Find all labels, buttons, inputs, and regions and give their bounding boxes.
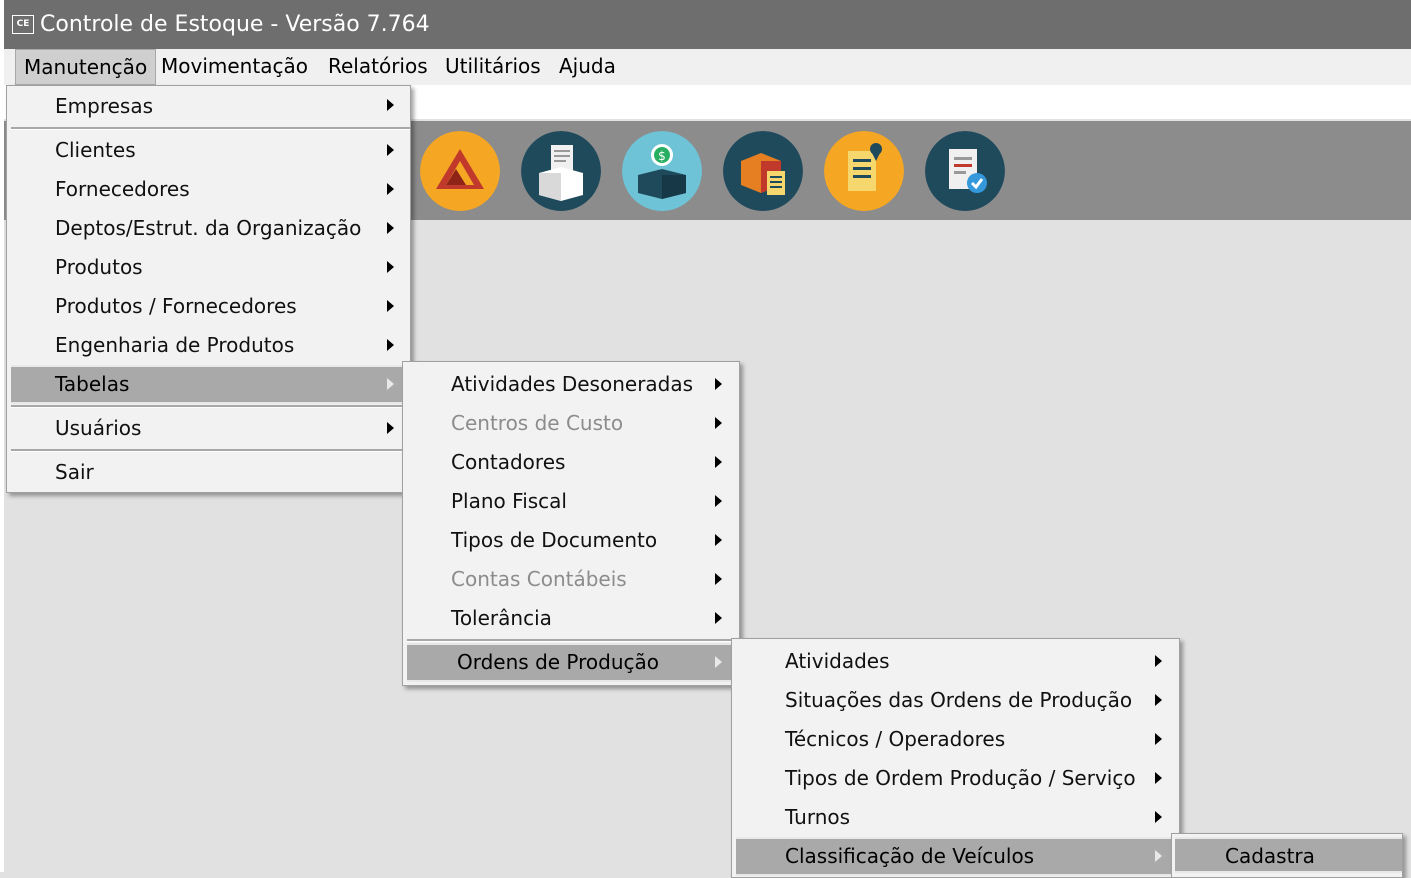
submenu-arrow-icon bbox=[1155, 733, 1162, 745]
clipboard-check-icon[interactable] bbox=[925, 131, 1005, 211]
menu-item-cadastra[interactable]: Cadastra bbox=[1175, 837, 1402, 873]
menu-item-label: Clientes bbox=[55, 138, 136, 162]
submenu-arrow-icon bbox=[387, 144, 394, 156]
menu-item-sair[interactable]: Sair bbox=[7, 453, 410, 492]
menu-item-label: Produtos / Fornecedores bbox=[55, 294, 297, 318]
menu-movimentacao[interactable]: Movimentação bbox=[153, 49, 316, 85]
menu-manutencao[interactable]: Manutenção bbox=[15, 49, 157, 85]
menu-item-tecnicos-operadores[interactable]: Técnicos / Operadores bbox=[732, 720, 1179, 759]
menu-utilitarios[interactable]: Utilitários bbox=[437, 49, 549, 85]
money-box-icon[interactable]: $ bbox=[622, 131, 702, 211]
menu-item-situacoes-ordens[interactable]: Situações das Ordens de Produção bbox=[732, 681, 1179, 720]
menu-item-tolerancia[interactable]: Tolerância bbox=[403, 599, 739, 638]
menu-item-label: Plano Fiscal bbox=[451, 489, 567, 513]
submenu-arrow-icon bbox=[387, 378, 394, 390]
submenu-arrow-icon bbox=[715, 456, 722, 468]
submenu-arrow-icon bbox=[1155, 655, 1162, 667]
menu-item-contas-contabeis: Contas Contábeis bbox=[403, 560, 739, 599]
menu-separator bbox=[11, 127, 410, 130]
menu-item-usuarios[interactable]: Usuários bbox=[7, 409, 410, 448]
window-title: Controle de Estoque - Versão 7.764 bbox=[40, 12, 430, 37]
menu-item-produtos-fornecedores[interactable]: Produtos / Fornecedores bbox=[7, 287, 410, 326]
menu-item-label: Produtos bbox=[55, 255, 143, 279]
submenu-arrow-icon bbox=[715, 378, 722, 390]
menu-item-centros-custo: Centros de Custo bbox=[403, 404, 739, 443]
package-list-icon[interactable] bbox=[723, 131, 803, 211]
submenu-arrow-icon bbox=[387, 300, 394, 312]
menu-separator bbox=[407, 639, 739, 642]
submenu-arrow-icon bbox=[715, 534, 722, 546]
menu-item-label: Cadastra bbox=[1225, 844, 1315, 868]
menu-manutencao-dropdown: Empresas Clientes Fornecedores Deptos/Es… bbox=[6, 85, 411, 493]
menu-item-label: Fornecedores bbox=[55, 177, 190, 201]
menu-item-label: Contadores bbox=[451, 450, 566, 474]
menu-item-produtos[interactable]: Produtos bbox=[7, 248, 410, 287]
menu-item-plano-fiscal[interactable]: Plano Fiscal bbox=[403, 482, 739, 521]
submenu-arrow-icon bbox=[387, 339, 394, 351]
document-box-icon[interactable] bbox=[521, 131, 601, 211]
menu-item-deptos[interactable]: Deptos/Estrut. da Organização bbox=[7, 209, 410, 248]
menu-bar: Manutenção Movimentação Relatórios Utili… bbox=[4, 49, 1411, 85]
menu-item-label: Usuários bbox=[55, 416, 142, 440]
menu-item-label: Atividades Desoneradas bbox=[451, 372, 694, 396]
submenu-arrow-icon bbox=[387, 222, 394, 234]
menu-item-label: Atividades bbox=[785, 649, 890, 673]
menu-item-label: Tipos de Ordem Produção / Serviço bbox=[785, 766, 1136, 790]
menu-item-empresas[interactable]: Empresas bbox=[7, 86, 410, 126]
submenu-arrow-icon bbox=[387, 261, 394, 273]
menu-separator bbox=[11, 449, 410, 452]
menu-relatorios[interactable]: Relatórios bbox=[320, 49, 436, 85]
submenu-arrow-icon bbox=[715, 417, 722, 429]
submenu-arrow-icon bbox=[387, 183, 394, 195]
app-icon: CE bbox=[12, 15, 34, 34]
menu-item-label: Ordens de Produção bbox=[457, 650, 660, 674]
menu-item-turnos[interactable]: Turnos bbox=[732, 798, 1179, 837]
menu-item-classificacao-veiculos[interactable]: Classificação de Veículos bbox=[736, 837, 1179, 876]
submenu-arrow-icon bbox=[387, 99, 394, 111]
menu-item-atividades[interactable]: Atividades bbox=[732, 642, 1179, 681]
menu-tabelas-dropdown: Atividades Desoneradas Centros de Custo … bbox=[402, 361, 740, 686]
menu-item-label: Situações das Ordens de Produção bbox=[785, 688, 1133, 712]
menu-item-label: Classificação de Veículos bbox=[785, 844, 1035, 868]
menu-item-tipos-ordem[interactable]: Tipos de Ordem Produção / Serviço bbox=[732, 759, 1179, 798]
menu-ordens-producao-dropdown: Atividades Situações das Ordens de Produ… bbox=[731, 638, 1180, 878]
menu-item-label: Tipos de Documento bbox=[451, 528, 658, 552]
menu-item-tabelas[interactable]: Tabelas bbox=[11, 365, 410, 404]
submenu-arrow-icon bbox=[1155, 850, 1162, 862]
menu-item-contadores[interactable]: Contadores bbox=[403, 443, 739, 482]
title-bar: CE Controle de Estoque - Versão 7.764 bbox=[4, 0, 1411, 49]
menu-item-atividades-desoneradas[interactable]: Atividades Desoneradas bbox=[403, 365, 739, 404]
menu-item-label: Tolerância bbox=[451, 606, 552, 630]
menu-item-engenharia[interactable]: Engenharia de Produtos bbox=[7, 326, 410, 365]
submenu-arrow-icon bbox=[715, 656, 722, 668]
menu-item-ordens-producao[interactable]: Ordens de Produção bbox=[407, 643, 739, 682]
menu-item-label: Contas Contábeis bbox=[451, 567, 627, 591]
menu-item-label: Tabelas bbox=[55, 372, 130, 396]
submenu-arrow-icon bbox=[715, 612, 722, 624]
menu-item-label: Deptos/Estrut. da Organização bbox=[55, 216, 362, 240]
menu-item-label: Empresas bbox=[55, 94, 153, 118]
submenu-arrow-icon bbox=[387, 422, 394, 434]
menu-classificacao-dropdown: Cadastra bbox=[1171, 833, 1403, 878]
submenu-arrow-icon bbox=[715, 495, 722, 507]
menu-item-label: Técnicos / Operadores bbox=[785, 727, 1006, 751]
submenu-arrow-icon bbox=[1155, 772, 1162, 784]
menu-separator bbox=[11, 405, 410, 408]
menu-item-label: Centros de Custo bbox=[451, 411, 624, 435]
submenu-arrow-icon bbox=[1155, 694, 1162, 706]
menu-item-label: Sair bbox=[55, 460, 94, 484]
menu-item-clientes[interactable]: Clientes bbox=[7, 131, 410, 170]
menu-item-label: Engenharia de Produtos bbox=[55, 333, 295, 357]
menu-ajuda[interactable]: Ajuda bbox=[551, 49, 624, 85]
logo-triangle-icon[interactable] bbox=[420, 131, 500, 211]
menu-item-fornecedores[interactable]: Fornecedores bbox=[7, 170, 410, 209]
menu-item-tipos-documento[interactable]: Tipos de Documento bbox=[403, 521, 739, 560]
checklist-pin-icon[interactable] bbox=[824, 131, 904, 211]
menu-item-label: Turnos bbox=[785, 805, 851, 829]
svg-text:$: $ bbox=[658, 149, 666, 163]
submenu-arrow-icon bbox=[1155, 811, 1162, 823]
submenu-arrow-icon bbox=[715, 573, 722, 585]
